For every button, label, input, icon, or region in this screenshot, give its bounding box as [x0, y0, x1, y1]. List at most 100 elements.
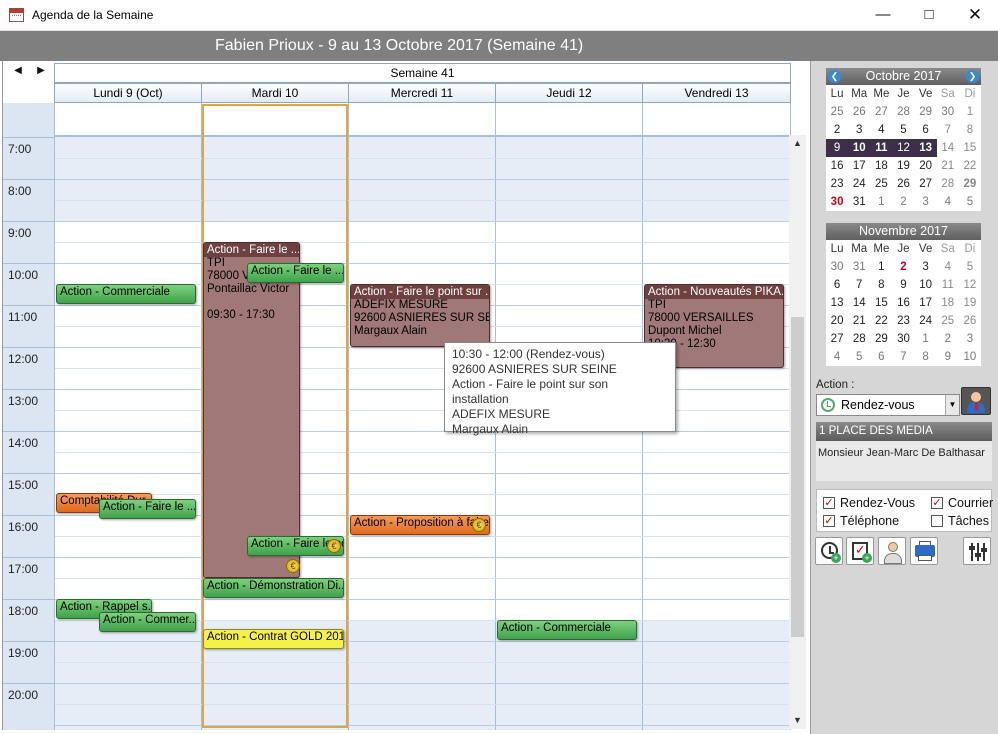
minical-day[interactable]: 3 — [915, 193, 937, 211]
minical-day[interactable]: 27 — [915, 175, 937, 193]
new-appointment-button[interactable]: + — [815, 537, 843, 565]
minical-day[interactable]: 31 — [848, 193, 870, 211]
minical-day[interactable]: 11 — [937, 276, 959, 294]
prev-week-button[interactable]: ◀ — [11, 64, 25, 78]
minical-day-holiday[interactable]: 2 — [892, 258, 914, 276]
checkbox-unchecked[interactable] — [931, 515, 943, 527]
minical-day-current-week[interactable]: 10 — [848, 139, 871, 157]
minical-day[interactable]: 3 — [915, 258, 937, 276]
minical-day[interactable]: 17 — [915, 294, 937, 312]
minical-day[interactable]: 3 — [848, 121, 870, 139]
select-contact-button[interactable] — [961, 387, 991, 415]
minical-day[interactable]: 6 — [826, 276, 848, 294]
day-header-monday[interactable]: Lundi 9 (Oct) — [54, 83, 202, 103]
vertical-scrollbar[interactable]: ▲ ▼ — [789, 135, 806, 729]
minical-day[interactable]: 7 — [937, 121, 959, 139]
minical-day[interactable]: 10 — [959, 348, 981, 366]
minical-day[interactable]: 9 — [937, 348, 959, 366]
chevron-down-icon[interactable]: ▼ — [945, 395, 959, 415]
print-button[interactable] — [910, 537, 938, 565]
minical-day[interactable]: 27 — [870, 103, 892, 121]
minical-day[interactable]: 1 — [959, 103, 981, 121]
day-header-friday[interactable]: Vendredi 13 — [643, 83, 791, 103]
scroll-down-icon[interactable]: ▼ — [789, 712, 806, 729]
minical-day[interactable]: 27 — [826, 330, 848, 348]
minical-day[interactable]: 23 — [826, 175, 848, 193]
day-header-tuesday[interactable]: Mardi 10 — [202, 83, 349, 103]
minical-day[interactable]: 14 — [848, 294, 870, 312]
minical-day[interactable]: 26 — [892, 175, 914, 193]
minical-day[interactable]: 13 — [826, 294, 848, 312]
minical-day[interactable]: 30 — [937, 103, 959, 121]
minical-day[interactable]: 19 — [959, 294, 981, 312]
minical-day[interactable]: 8 — [959, 121, 981, 139]
minical-day[interactable]: 4 — [870, 121, 892, 139]
minical-day[interactable]: 5 — [959, 258, 981, 276]
minical-day[interactable]: 29 — [915, 103, 937, 121]
minical-day[interactable]: 25 — [870, 175, 892, 193]
minical-day[interactable]: 6 — [915, 121, 937, 139]
minical-day[interactable]: 28 — [937, 175, 959, 193]
minical-day[interactable]: 6 — [870, 348, 892, 366]
minical-day[interactable]: 15 — [959, 139, 981, 157]
minical-day[interactable]: 20 — [826, 312, 848, 330]
minical-day[interactable]: 2 — [892, 193, 914, 211]
minical-day[interactable]: 21 — [937, 157, 959, 175]
scroll-thumb[interactable] — [791, 317, 804, 637]
minical-day[interactable]: 8 — [870, 276, 892, 294]
minical-day[interactable]: 14 — [937, 139, 959, 157]
minical-day[interactable]: 26 — [959, 312, 981, 330]
minical-day[interactable]: 30 — [892, 330, 914, 348]
minical-day[interactable]: 19 — [892, 157, 914, 175]
minical-day[interactable]: 21 — [848, 312, 870, 330]
minical-day[interactable]: 16 — [892, 294, 914, 312]
minical-day[interactable]: 24 — [915, 312, 937, 330]
event-tue-faire-le-small[interactable]: Action - Faire le ... — [247, 263, 344, 283]
minical-day[interactable]: 1 — [870, 258, 892, 276]
minical-day[interactable]: 25 — [937, 312, 959, 330]
day-header-wednesday[interactable]: Mercredi 11 — [349, 83, 496, 103]
next-month-icon[interactable]: ❯ — [966, 70, 979, 83]
minical-day[interactable]: 15 — [870, 294, 892, 312]
minical-day[interactable]: 1 — [870, 193, 892, 211]
event-wed-faire-le-point[interactable]: Action - Faire le point sur ... ADEFIX M… — [350, 284, 490, 347]
minical-day[interactable]: 30 — [826, 258, 848, 276]
minimize-button[interactable]: — — [860, 0, 906, 31]
minical-day[interactable]: 25 — [826, 103, 848, 121]
minical-day[interactable]: 9 — [892, 276, 914, 294]
new-task-button[interactable]: + — [846, 537, 874, 565]
event-tue-demonstration[interactable]: Action - Démonstration Di... — [203, 578, 344, 598]
event-mon-commer[interactable]: Action - Commer... — [99, 612, 196, 632]
minical-day[interactable]: 12 — [959, 276, 981, 294]
minical-day[interactable]: 5 — [959, 193, 981, 211]
minical-day-current-week[interactable]: 9 — [826, 139, 849, 157]
minical-day[interactable]: 18 — [870, 157, 892, 175]
prev-month-icon[interactable]: ❮ — [828, 70, 841, 83]
minical-day[interactable]: 2 — [937, 330, 959, 348]
minical-day-current-week[interactable]: 13 — [914, 139, 937, 157]
settings-button[interactable] — [963, 537, 991, 565]
action-type-select[interactable]: Rendez-vous ▼ — [816, 394, 960, 416]
next-week-button[interactable]: ▶ — [34, 64, 48, 78]
minical-day[interactable]: 17 — [848, 157, 870, 175]
minical-day[interactable]: 29 — [870, 330, 892, 348]
minical-day[interactable]: 29 — [959, 175, 981, 193]
minical-day[interactable]: 26 — [848, 103, 870, 121]
minical-day[interactable]: 24 — [848, 175, 870, 193]
day-column-monday[interactable] — [55, 103, 202, 730]
checkbox-checked[interactable]: ✓ — [823, 515, 835, 527]
minical-day[interactable]: 22 — [959, 157, 981, 175]
event-thu-commerciale[interactable]: Action - Commerciale — [497, 620, 637, 640]
checkbox-checked[interactable]: ✓ — [931, 497, 943, 509]
minical-day[interactable]: 28 — [848, 330, 870, 348]
minical-day[interactable]: 5 — [892, 121, 914, 139]
minical-day[interactable]: 7 — [848, 276, 870, 294]
minical-day[interactable]: 10 — [915, 276, 937, 294]
minical-day[interactable]: 1 — [915, 330, 937, 348]
event-tue-faire-le-big[interactable]: Action - Faire le ... TPI 78000 VERSAILL… — [203, 242, 300, 578]
contact-button[interactable] — [878, 537, 906, 565]
event-mon-commerciale[interactable]: Action - Commerciale — [56, 284, 196, 304]
event-mon-faire-le[interactable]: Action - Faire le ... — [99, 499, 196, 519]
event-wed-proposition[interactable]: Action - Proposition à faire — [350, 515, 490, 535]
maximize-button[interactable]: □ — [906, 0, 952, 31]
